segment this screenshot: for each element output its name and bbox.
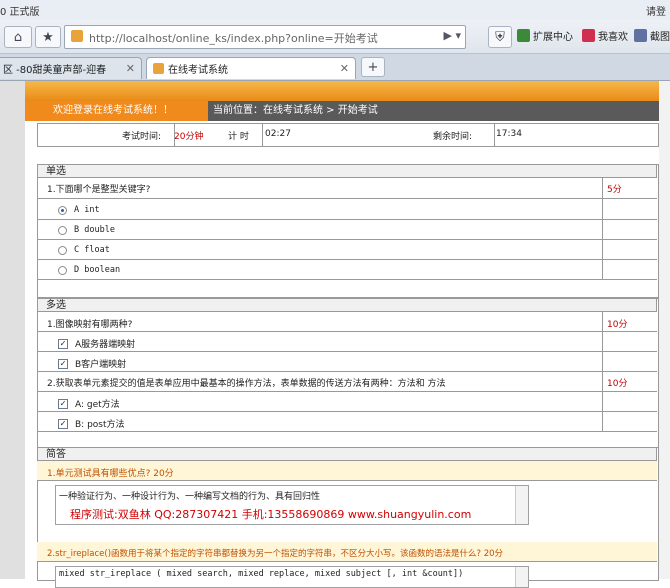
navigation-bar: ⌂ ★ http://localhost/online_ks/index.php…: [0, 20, 670, 54]
timer-bar: 考试时间: 20分钟 计 时 02:27 剩余时间: 17:34: [37, 123, 659, 147]
home-icon: ⌂: [13, 29, 23, 45]
textarea-scrollbar[interactable]: [515, 567, 528, 587]
extension-icon: [517, 29, 530, 42]
essay-section-title: 简答: [37, 447, 657, 461]
heart-icon: [582, 29, 595, 42]
checkbox-icon[interactable]: ✓: [58, 418, 68, 429]
favorites-button[interactable]: 我喜欢: [582, 28, 628, 43]
remaining-label: 剩余时间:: [433, 132, 473, 142]
essay-question-1-text: 1.单元测试具有哪些优点? 20分: [47, 469, 174, 479]
exam-time-label: 考试时间:: [122, 132, 162, 142]
exam-time-value: 20分钟: [174, 132, 204, 142]
single-question-text: 1.下面哪个是整型关键字?: [47, 185, 151, 195]
address-url[interactable]: http://localhost/online_ks/index.php?onl…: [89, 30, 378, 46]
multi-question-1-score: 10分: [607, 320, 628, 330]
tab-label: 在线考试系统: [168, 65, 228, 76]
tab-label: 区 -80甜美童声部-迎春: [3, 65, 107, 76]
new-tab-button[interactable]: +: [361, 57, 385, 77]
header-bar: 欢迎登录在线考试系统！！ 当前位置：在线考试系统 > 开始考试: [25, 101, 659, 121]
essay-answer-1-textarea[interactable]: 一种验证行为、一种设计行为、一种编写文档的行为、具有回归性 程序测试:双鱼林 Q…: [55, 485, 529, 525]
radio-icon[interactable]: [58, 225, 67, 235]
multi-question-2-score: 10分: [607, 379, 628, 389]
textarea-scrollbar[interactable]: [515, 486, 528, 524]
shield-icon: ⛨: [495, 29, 505, 45]
close-icon[interactable]: ✕: [340, 62, 349, 75]
checkbox-icon[interactable]: ✓: [58, 358, 68, 369]
security-button[interactable]: ⛨: [488, 26, 512, 48]
option-row: [37, 240, 657, 260]
watermark-text: 程序测试:双鱼林 QQ:287307421 手机:13558690869 www…: [70, 508, 472, 521]
tab-exam[interactable]: 在线考试系统 ✕: [146, 57, 356, 79]
title-bar: 0 正式版 请登: [0, 0, 670, 20]
radio-icon[interactable]: [58, 205, 67, 215]
elapsed-value: 02:27: [265, 129, 291, 139]
option-row: [37, 352, 657, 372]
go-arrow-icon[interactable]: ▶ ▾: [444, 29, 461, 42]
multi-question-2-text: 2.获取表单元素提交的值是表单应用中最基本的操作方法，表单数据的传送方法有两种：…: [47, 379, 446, 389]
breadcrumb: 当前位置：在线考试系统 > 开始考试: [213, 105, 378, 116]
essay-question-2-text: 2.str_ireplace()函数用于将某个指定的字符串都替换为另一个指定的字…: [47, 549, 504, 559]
answer-1-text: 一种验证行为、一种设计行为、一种编写文档的行为、具有回归性: [59, 492, 321, 502]
essay-answer-2-textarea[interactable]: mixed str_ireplace ( mixed search, mixed…: [55, 566, 529, 588]
option-row: [37, 412, 657, 432]
option-b-radio[interactable]: B double: [58, 225, 115, 235]
elapsed-label: 计 时: [228, 132, 249, 142]
radio-icon[interactable]: [58, 245, 67, 255]
window-title: 0 正式版: [0, 7, 40, 18]
multi-section-title: 多选: [37, 298, 657, 312]
close-icon[interactable]: ✕: [126, 62, 135, 75]
extension-center-button[interactable]: 扩展中心: [517, 28, 573, 43]
scissors-icon: [634, 29, 647, 42]
single-section-title: 单选: [37, 164, 657, 178]
option-row: [37, 199, 657, 220]
multi-question-1-text: 1.图像映射有哪两种?: [47, 320, 133, 330]
option-d-radio[interactable]: D boolean: [58, 265, 120, 275]
single-question-score: 5分: [607, 185, 622, 195]
plus-icon: +: [367, 59, 379, 75]
option-row: [37, 392, 657, 412]
screenshot-button[interactable]: 截图: [634, 28, 670, 43]
multi-q2-option-b[interactable]: ✓ B: post方法: [58, 417, 125, 430]
checkbox-icon[interactable]: ✓: [58, 398, 68, 409]
tab-music[interactable]: 区 -80甜美童声部-迎春 ✕: [0, 57, 142, 79]
multi-q1-option-b[interactable]: ✓ B客户端映射: [58, 357, 126, 370]
welcome-text: 欢迎登录在线考试系统！！: [25, 101, 208, 121]
remaining-value: 17:34: [496, 129, 522, 139]
favorite-button[interactable]: ★: [35, 26, 61, 48]
checkbox-icon[interactable]: ✓: [58, 338, 68, 349]
address-bar[interactable]: http://localhost/online_ks/index.php?onl…: [64, 25, 466, 49]
tab-bar: 区 -80甜美童声部-迎春 ✕ 在线考试系统 ✕ +: [0, 54, 670, 81]
star-icon: ★: [42, 29, 54, 45]
multi-q2-option-a[interactable]: ✓ A: get方法: [58, 397, 120, 410]
site-favicon: [71, 30, 83, 42]
site-favicon: [153, 63, 164, 74]
user-login-link[interactable]: 请登: [646, 3, 666, 18]
page-banner: [25, 81, 659, 101]
option-row: [37, 260, 657, 280]
radio-icon[interactable]: [58, 265, 67, 275]
left-gutter: [0, 81, 25, 579]
multi-q1-option-a[interactable]: ✓ A服务器端映射: [58, 337, 135, 350]
right-gutter: [659, 81, 670, 579]
answer-2-text: mixed str_ireplace ( mixed search, mixed…: [59, 569, 464, 579]
option-a-radio[interactable]: A int: [58, 205, 100, 215]
option-row: [37, 220, 657, 240]
option-c-radio[interactable]: C float: [58, 245, 110, 255]
home-button[interactable]: ⌂: [4, 26, 32, 48]
